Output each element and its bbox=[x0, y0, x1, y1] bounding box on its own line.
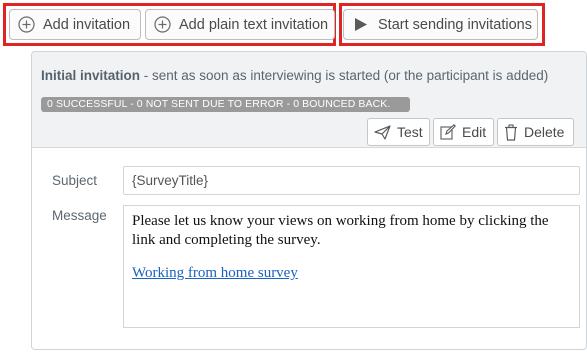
delete-label: Delete bbox=[524, 124, 565, 140]
add-plain-text-invitation-label: Add plain text invitation bbox=[179, 16, 329, 33]
start-sending-invitations-button[interactable]: Start sending invitations bbox=[343, 9, 538, 40]
add-plain-text-invitation-button[interactable]: Add plain text invitation bbox=[145, 9, 335, 40]
edit-button[interactable]: Edit bbox=[433, 118, 494, 146]
subject-field[interactable]: {SurveyTitle} bbox=[123, 166, 580, 195]
invitation-header: Initial invitation - sent as soon as int… bbox=[32, 52, 586, 148]
invitation-description: - sent as soon as interviewing is starte… bbox=[140, 68, 549, 83]
send-icon bbox=[374, 124, 391, 140]
test-button[interactable]: Test bbox=[367, 118, 430, 146]
start-sending-invitations-label: Start sending invitations bbox=[378, 16, 532, 33]
message-body-text: Please let us know your views on working… bbox=[132, 213, 549, 248]
play-icon bbox=[354, 17, 368, 32]
test-label: Test bbox=[397, 124, 423, 140]
invitation-panel: Initial invitation - sent as soon as int… bbox=[31, 51, 587, 350]
trash-icon bbox=[504, 123, 518, 141]
invitation-title: Initial invitation bbox=[41, 68, 141, 83]
message-label: Message bbox=[52, 208, 107, 223]
status-badge: 0 SUCCESSFUL - 0 NOT SENT DUE TO ERROR -… bbox=[41, 97, 410, 112]
toolbar: Add invitation Add plain text invitation… bbox=[0, 0, 587, 48]
add-invitation-label: Add invitation bbox=[43, 16, 131, 33]
edit-label: Edit bbox=[462, 124, 487, 140]
invitation-title-line: Initial invitation - sent as soon as int… bbox=[41, 68, 548, 83]
plus-circle-icon bbox=[18, 16, 35, 33]
survey-link[interactable]: Working from home survey bbox=[132, 264, 298, 283]
edit-icon bbox=[440, 124, 456, 140]
add-invitation-button[interactable]: Add invitation bbox=[9, 9, 141, 40]
subject-label: Subject bbox=[52, 173, 98, 188]
delete-button[interactable]: Delete bbox=[497, 118, 574, 146]
message-editor[interactable]: Please let us know your views on working… bbox=[123, 205, 580, 328]
plus-circle-icon bbox=[154, 16, 171, 33]
